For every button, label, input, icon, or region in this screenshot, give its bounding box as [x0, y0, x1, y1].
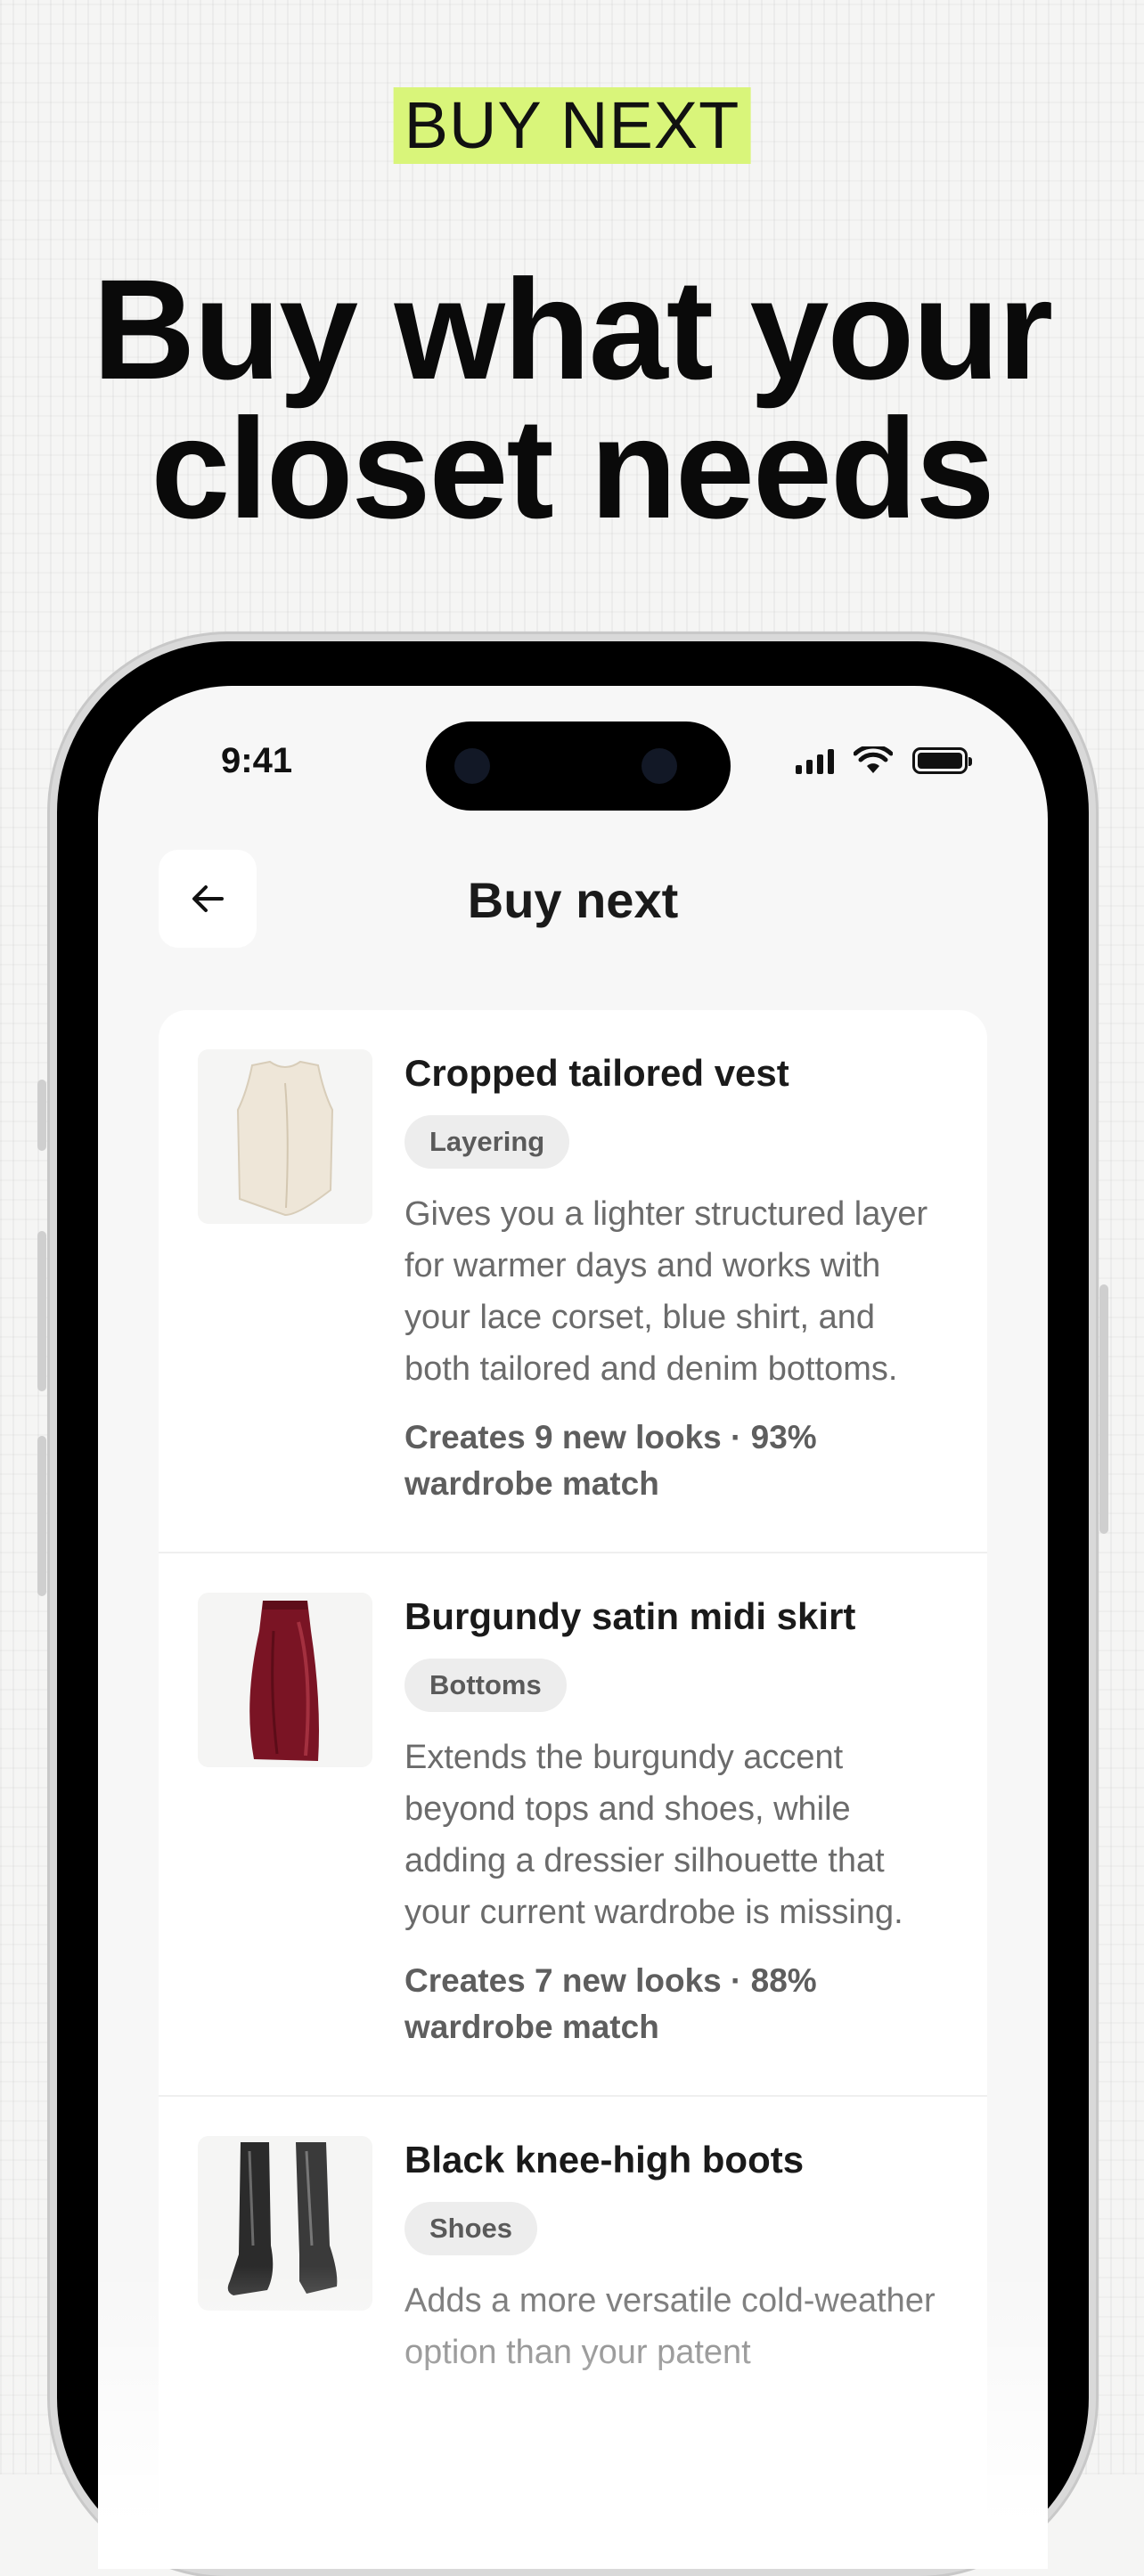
- item-meta: Creates 9 new looks · 93% wardrobe match: [404, 1419, 817, 1502]
- item-description: Adds a more versatile cold-weather optio…: [404, 2282, 936, 2371]
- recommendation-list: Cropped tailored vest Layering Gives you…: [159, 1010, 987, 2569]
- headline-line-2: closet needs: [151, 388, 994, 548]
- status-time: 9:41: [221, 741, 293, 780]
- item-title: Black knee-high boots: [404, 2139, 805, 2181]
- list-item[interactable]: Burgundy satin midi skirt Bottoms Extend…: [159, 1553, 987, 2097]
- camera-icon: [454, 748, 490, 784]
- headline-line-1: Buy what your: [92, 249, 1053, 409]
- phone-screen: 9:41 Buy next Cropped tailored vest Laye…: [98, 686, 1048, 2569]
- mute-switch: [37, 1080, 46, 1151]
- eyebrow-label: BUY NEXT: [393, 87, 751, 164]
- sensor-icon: [641, 748, 677, 784]
- category-tag: Shoes: [404, 2202, 538, 2255]
- item-description: Gives you a lighter structured layer for…: [404, 1195, 928, 1388]
- cropped-vest-image: [198, 1049, 372, 1224]
- item-description: Extends the burgundy accent beyond tops …: [404, 1739, 903, 1931]
- item-title: Cropped tailored vest: [404, 1052, 789, 1094]
- hero-headline: Buy what your closet needs: [0, 249, 1144, 548]
- item-meta: Creates 7 new looks · 88% wardrobe match: [404, 1962, 817, 2045]
- page-title: Buy next: [467, 872, 679, 928]
- status-icons: [796, 746, 972, 775]
- cellular-signal-icon: [796, 747, 834, 774]
- power-button: [1099, 1284, 1108, 1534]
- wifi-icon: [854, 746, 893, 773]
- phone-frame: 9:41 Buy next Cropped tailored vest Laye…: [37, 634, 1108, 2576]
- volume-down-button: [37, 1436, 46, 1596]
- black-boots-image: [198, 2136, 372, 2311]
- list-item[interactable]: Cropped tailored vest Layering Gives you…: [159, 1010, 987, 1553]
- dynamic-island: [426, 721, 731, 811]
- category-tag: Layering: [404, 1115, 570, 1169]
- category-tag: Bottoms: [404, 1659, 567, 1712]
- volume-up-button: [37, 1231, 46, 1391]
- battery-icon: [912, 747, 972, 774]
- list-item[interactable]: Black knee-high boots Shoes Adds a more …: [159, 2097, 987, 2423]
- phone-bezel: 9:41 Buy next Cropped tailored vest Laye…: [57, 641, 1089, 2569]
- burgundy-skirt-image: [198, 1593, 372, 1767]
- item-title: Burgundy satin midi skirt: [404, 1595, 856, 1637]
